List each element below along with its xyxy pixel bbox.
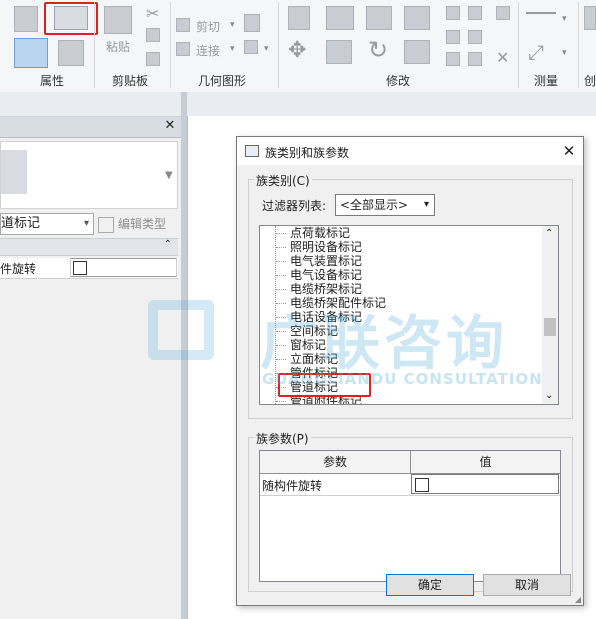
property-value-cell[interactable] (70, 258, 177, 277)
edit-type-icon (98, 216, 114, 233)
trim-extend-icon[interactable] (404, 40, 430, 64)
list-item[interactable]: 照明设备标记 (290, 240, 362, 254)
properties-group-header[interactable]: ⌃ (0, 238, 178, 256)
match-type-icon[interactable] (146, 52, 160, 66)
offset-icon[interactable] (326, 6, 354, 30)
revit-app-icon (245, 145, 259, 157)
join-geometry-icon[interactable] (176, 42, 190, 56)
scroll-down-icon[interactable]: ⌄ (545, 390, 553, 401)
cut-label[interactable]: 剪切 (196, 18, 220, 35)
filter-list-select[interactable]: <全部显示> ▾ (335, 194, 435, 216)
move-icon[interactable]: ✥ (288, 38, 306, 63)
chevron-down-icon: ▾ (423, 199, 429, 210)
family-types-icon[interactable] (14, 6, 38, 32)
dialog-title: 族类别和族参数 (265, 146, 350, 160)
edit-type-button[interactable]: 编辑类型 (98, 213, 178, 235)
copy-icon[interactable] (146, 28, 160, 42)
list-item[interactable]: 电气设备标记 (290, 268, 362, 282)
property-row: 件旋转 (0, 258, 178, 279)
column-header-value[interactable]: 值 (411, 451, 560, 474)
rotate-with-component-checkbox[interactable] (73, 261, 87, 275)
edit-type-label: 编辑类型 (118, 217, 167, 231)
type-selector-value: 道标记 (1, 216, 41, 231)
list-item[interactable]: 电气装置标记 (290, 254, 362, 268)
unpin-icon[interactable] (468, 52, 482, 66)
watermark-text: 广联咨询 (260, 309, 509, 377)
split-icon[interactable] (446, 6, 460, 20)
dimension-icon[interactable]: ⤢ (528, 40, 544, 64)
scale-icon[interactable] (468, 30, 482, 44)
dialog-titlebar[interactable]: 族类别和族参数 ✕ (237, 137, 583, 165)
delete-icon[interactable]: ✕ (496, 48, 509, 67)
family-category-label: 族类别(C) (254, 172, 312, 189)
create-icon[interactable] (584, 6, 596, 30)
trim-icon[interactable] (496, 6, 510, 20)
mirror-axis-icon[interactable] (366, 6, 392, 30)
ribbon: 属性 粘贴 ✂ 剪贴板 剪切 ▾ 连接 ▾ ▾ 几何图形 ✥ ↻ ✕ 修改 ▾ … (0, 0, 596, 93)
family-params-label: 族参数(P) (254, 430, 311, 447)
paste-label[interactable]: 粘贴 (106, 38, 130, 55)
param-name: 随构件旋转 (262, 479, 323, 493)
wall-joins-icon[interactable] (244, 40, 258, 54)
filter-value: <全部显示> (340, 198, 409, 212)
copy-element-icon[interactable] (326, 40, 352, 64)
properties-button[interactable] (14, 38, 48, 68)
align-icon[interactable] (288, 6, 310, 30)
group-label-clipboard: 剪贴板 (112, 74, 149, 88)
cut-geometry-icon[interactable] (176, 18, 190, 32)
watermark-subtext: GUANGLIANDU CONSULTATION (262, 370, 543, 388)
cancel-button[interactable]: 取消 (483, 574, 571, 596)
void-form-icon[interactable] (244, 14, 260, 32)
group-label-geometry: 几何图形 (198, 74, 247, 88)
group-label-properties: 属性 (40, 74, 65, 88)
resize-grip-icon[interactable]: ◢ (575, 595, 581, 604)
category-scrollbar[interactable]: ⌃ ⌄ (542, 226, 558, 404)
mirror-draw-icon[interactable] (404, 6, 430, 30)
type-selector[interactable]: 道标记 ▾ (0, 213, 94, 235)
ok-button[interactable]: 确定 (386, 574, 474, 596)
scroll-thumb[interactable] (544, 318, 556, 336)
scroll-down-icon[interactable]: ▼ (165, 170, 173, 181)
type-preview-image: ▼ (0, 141, 178, 209)
rotate-with-component-checkbox[interactable] (415, 478, 429, 492)
group-label-measure: 测量 (534, 74, 559, 88)
table-row: 随构件旋转 (260, 474, 560, 496)
column-header-param[interactable]: 参数 (260, 451, 411, 474)
close-icon[interactable]: ✕ (561, 142, 577, 160)
split-gap-icon[interactable] (468, 6, 482, 20)
filter-label: 过滤器列表: (262, 199, 327, 213)
family-params-table: 参数 值 随构件旋转 (259, 450, 561, 582)
paste-icon[interactable] (104, 6, 132, 34)
collapse-icon[interactable]: ⌃ (164, 239, 172, 250)
chevron-down-icon: ▾ (83, 218, 89, 229)
join-label[interactable]: 连接 (196, 42, 220, 59)
rotate-icon[interactable]: ↻ (368, 36, 388, 64)
group-label-modify: 修改 (386, 74, 411, 88)
properties-panel-header[interactable] (0, 117, 181, 138)
param-value-cell[interactable] (411, 474, 559, 494)
array-icon[interactable] (446, 30, 460, 44)
cut-icon[interactable]: ✂ (146, 4, 159, 23)
group-label-create: 创 (584, 74, 596, 88)
measure-icon[interactable] (526, 12, 556, 18)
view-tab-bar (0, 92, 596, 117)
properties-panel (0, 138, 181, 619)
list-item[interactable]: 点荷载标记 (290, 226, 350, 240)
tag-preview-icon (1, 150, 27, 194)
scroll-up-icon[interactable]: ⌃ (545, 228, 553, 239)
pin-icon[interactable] (446, 52, 460, 66)
list-item[interactable]: 电缆桥架标记 (290, 282, 362, 296)
property-name: 件旋转 (0, 262, 37, 276)
watermark-logo-icon (148, 300, 214, 360)
highlight-family-category-button (44, 2, 98, 35)
type-properties-icon[interactable] (58, 40, 84, 66)
close-icon[interactable]: ✕ (163, 118, 177, 134)
